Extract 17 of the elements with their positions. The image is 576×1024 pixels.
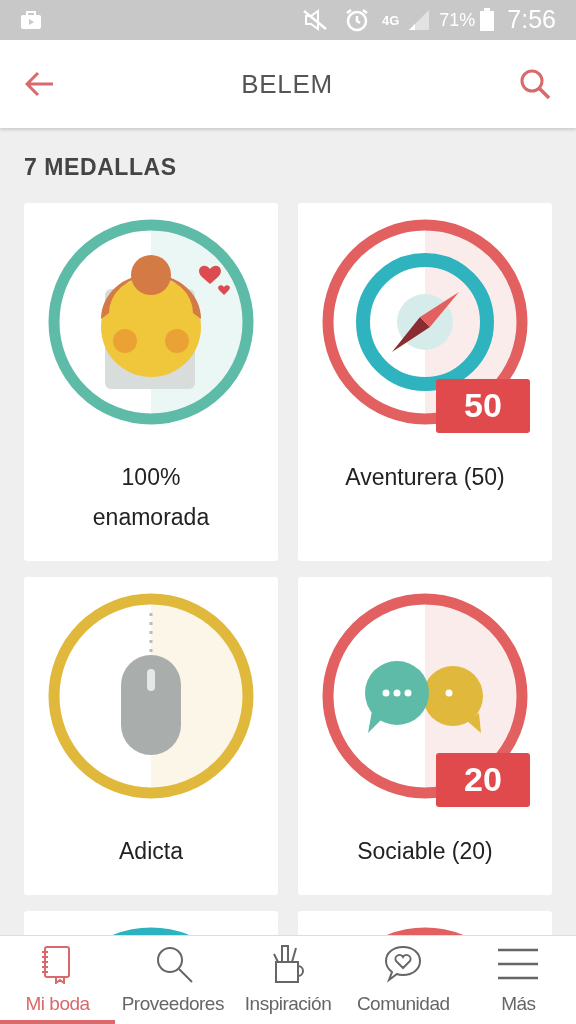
page-title: BELEM — [240, 67, 334, 101]
medal-label: Aventurera (50) — [345, 462, 505, 492]
medal-label: Adicta — [119, 836, 183, 866]
medal-card[interactable]: 20 Sociable (20) — [298, 576, 552, 895]
nav-tab[interactable]: Más — [460, 936, 576, 1024]
nav-tab[interactable]: Proveedores — [115, 936, 231, 1024]
nav-tab[interactable]: Mi boda — [0, 936, 116, 1024]
nav-tab[interactable]: Inspiración — [230, 936, 346, 1024]
nav-tab[interactable]: Comunidad — [345, 936, 461, 1024]
count-badge: 20 — [436, 752, 530, 807]
medal-label: 100% enamorada — [92, 462, 210, 532]
medal-card[interactable]: 50 Aventurera (50) — [298, 202, 552, 561]
medal-card[interactable]: 100% enamorada — [24, 202, 278, 561]
medal-card[interactable]: Adicta — [24, 576, 278, 895]
section-title: 7 MEDALLAS — [24, 153, 178, 182]
medal-label: Sociable (20) — [357, 836, 493, 866]
count-badge: 50 — [436, 378, 530, 433]
